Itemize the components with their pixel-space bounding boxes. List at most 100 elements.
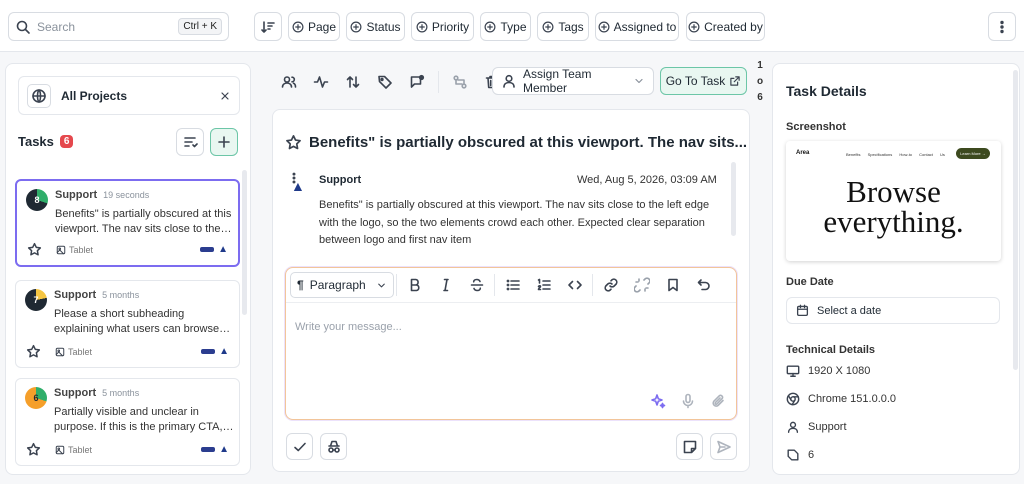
tag-button[interactable] bbox=[372, 69, 398, 95]
card-device: Tablet bbox=[68, 346, 93, 357]
search-box[interactable]: Search Ctrl + K bbox=[8, 12, 229, 41]
bookmark-button[interactable] bbox=[657, 272, 688, 298]
thumbnail-nav: Benefits Specifications How-to Contact U… bbox=[846, 152, 945, 157]
plus-circle-icon bbox=[292, 21, 304, 32]
browser-row: Chrome 151.0.0.0 bbox=[786, 392, 896, 406]
card-author: Support bbox=[54, 289, 97, 301]
task-card[interactable]: 6 Support 5 months Partially visible and … bbox=[15, 378, 240, 466]
more-options-button[interactable] bbox=[988, 12, 1016, 41]
task-conversation-panel: Benefits" is partially obscured at this … bbox=[272, 109, 750, 472]
chrome-icon bbox=[786, 392, 800, 406]
star-icon[interactable] bbox=[27, 242, 42, 257]
card-author: Support bbox=[55, 189, 98, 201]
task-message: ▲ Support Wed, Aug 5, 2026, 03:09 AM Ben… bbox=[287, 170, 733, 246]
users-icon bbox=[281, 75, 297, 88]
unlink-button[interactable] bbox=[626, 272, 657, 298]
filter-type[interactable]: Type bbox=[480, 12, 531, 41]
incognito-button[interactable] bbox=[320, 433, 347, 460]
filter-page[interactable]: Page bbox=[288, 12, 340, 41]
more-vertical-icon bbox=[1000, 20, 1004, 33]
due-date-picker[interactable]: Select a date bbox=[786, 297, 1000, 324]
chevron-down-icon bbox=[635, 78, 643, 84]
filter-priority[interactable]: Priority bbox=[411, 12, 474, 41]
image-icon bbox=[55, 445, 65, 454]
plus-circle-icon bbox=[351, 21, 362, 32]
paperclip-icon[interactable] bbox=[710, 393, 726, 409]
task-sort-button[interactable] bbox=[176, 128, 204, 156]
app-logo-icon: ▲ bbox=[219, 346, 229, 357]
filter-tags[interactable]: Tags bbox=[537, 12, 589, 41]
git-compare-icon bbox=[453, 74, 467, 89]
technical-details-label: Technical Details bbox=[786, 344, 876, 356]
link-icon bbox=[603, 278, 618, 292]
message-scrollbar[interactable] bbox=[731, 162, 736, 236]
arrow-up-down-icon bbox=[346, 75, 360, 88]
message-input[interactable]: Write your message... bbox=[295, 321, 402, 333]
details-scrollbar[interactable] bbox=[1013, 70, 1018, 370]
unlink-icon bbox=[633, 277, 650, 293]
strikethrough-button[interactable] bbox=[461, 272, 492, 298]
plus-circle-icon bbox=[688, 21, 700, 32]
ordered-list-button[interactable] bbox=[528, 272, 559, 298]
plus-circle-icon bbox=[416, 21, 428, 32]
star-icon[interactable] bbox=[26, 442, 41, 457]
task-pager: 1o6 bbox=[756, 60, 764, 103]
task-card[interactable]: 8 Support 19 seconds Benefits" is partial… bbox=[15, 179, 240, 267]
italic-icon bbox=[442, 278, 449, 292]
go-to-task-button[interactable]: Go To Task bbox=[660, 67, 747, 95]
search-input[interactable]: Search bbox=[37, 20, 178, 34]
resolve-button[interactable] bbox=[286, 433, 313, 460]
undo-button[interactable] bbox=[688, 272, 719, 298]
note-button[interactable] bbox=[676, 433, 703, 460]
filter-assigned-to[interactable]: Assigned to bbox=[595, 12, 679, 41]
users-button[interactable] bbox=[276, 69, 302, 95]
tag-shape-icon bbox=[787, 449, 799, 461]
card-description: Benefits" is partially obscured at this … bbox=[55, 208, 232, 235]
user-icon bbox=[787, 421, 799, 433]
compare-button[interactable] bbox=[447, 69, 473, 95]
code-button[interactable] bbox=[559, 272, 590, 298]
close-icon[interactable] bbox=[219, 90, 231, 102]
star-icon[interactable] bbox=[285, 134, 302, 151]
chevron-down-icon bbox=[378, 283, 385, 287]
link-button[interactable] bbox=[595, 272, 626, 298]
bullet-list-button[interactable] bbox=[497, 272, 528, 298]
activity-button[interactable] bbox=[308, 69, 334, 95]
sort-button[interactable] bbox=[254, 12, 282, 41]
italic-button[interactable] bbox=[430, 272, 461, 298]
priority-indicator: 7 bbox=[25, 289, 47, 311]
author-logo-icon: ▲ bbox=[291, 178, 305, 194]
team-logo-icon bbox=[201, 447, 216, 452]
star-icon[interactable] bbox=[26, 344, 41, 359]
task-card[interactable]: 7 Support 5 months Please a short subhead… bbox=[15, 280, 240, 368]
task-toolbar bbox=[276, 67, 511, 96]
list-ordered-icon bbox=[537, 278, 551, 291]
list-icon bbox=[506, 279, 520, 291]
incognito-icon bbox=[327, 440, 340, 453]
filter-created-by[interactable]: Created by bbox=[686, 12, 765, 41]
paragraph-format-select[interactable]: ¶ Paragraph bbox=[290, 272, 394, 298]
plus-circle-icon bbox=[598, 21, 610, 32]
card-description: Partially visible and unclear in purpose… bbox=[54, 406, 223, 433]
project-selector[interactable]: All Projects bbox=[18, 76, 240, 115]
code-icon bbox=[567, 280, 582, 290]
details-heading: Task Details bbox=[786, 83, 867, 99]
card-author: Support bbox=[54, 387, 97, 399]
bold-button[interactable] bbox=[399, 272, 430, 298]
sparkles-icon[interactable] bbox=[650, 393, 666, 409]
plus-circle-icon bbox=[542, 21, 554, 32]
send-button[interactable] bbox=[710, 433, 737, 460]
assign-team-member-dropdown[interactable]: Assign Team Member bbox=[492, 67, 654, 95]
screenshot-label: Screenshot bbox=[786, 121, 846, 133]
task-title: Benefits" is partially obscured at this … bbox=[309, 134, 748, 151]
tasks-scrollbar[interactable] bbox=[242, 170, 247, 315]
editor-toolbar: ¶ Paragraph bbox=[286, 268, 736, 303]
add-task-button[interactable] bbox=[210, 128, 238, 156]
comment-flag-button[interactable] bbox=[404, 69, 430, 95]
filter-status[interactable]: Status bbox=[346, 12, 405, 41]
microphone-icon[interactable] bbox=[680, 393, 696, 409]
screenshot-thumbnail[interactable]: Area Benefits Specifications How-to Cont… bbox=[786, 141, 1001, 261]
sort-order-button[interactable] bbox=[340, 69, 366, 95]
team-logo-icon bbox=[201, 349, 216, 354]
image-icon bbox=[56, 245, 66, 254]
